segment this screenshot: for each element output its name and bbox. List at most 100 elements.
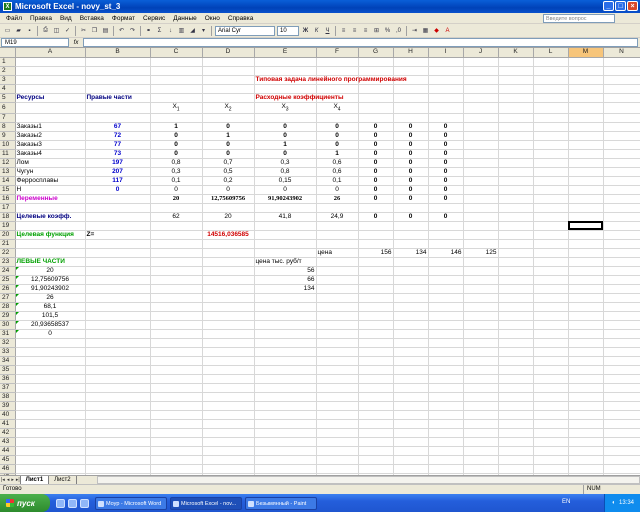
row-header-7[interactable]: 7 bbox=[0, 113, 16, 123]
cell-K42[interactable] bbox=[498, 428, 534, 438]
borders-icon[interactable]: ▦ bbox=[421, 26, 430, 35]
cell-D28[interactable] bbox=[202, 302, 255, 312]
cut-icon[interactable]: ✂ bbox=[79, 26, 88, 35]
cell-E44[interactable] bbox=[254, 446, 317, 456]
cell-I7[interactable] bbox=[428, 113, 464, 123]
row-header-23[interactable]: 23 bbox=[0, 257, 16, 267]
cell-E42[interactable] bbox=[254, 428, 317, 438]
cell-G43[interactable] bbox=[358, 437, 394, 447]
row-header-31[interactable]: 31 bbox=[0, 329, 16, 339]
cell-C32[interactable] bbox=[150, 338, 203, 348]
cell-K45[interactable] bbox=[498, 455, 534, 465]
cell-K39[interactable] bbox=[498, 401, 534, 411]
row-header-39[interactable]: 39 bbox=[0, 401, 16, 411]
cell-J25[interactable] bbox=[463, 275, 499, 285]
cell-B36[interactable] bbox=[85, 374, 151, 384]
cell-D40[interactable] bbox=[202, 410, 255, 420]
cell-K10[interactable] bbox=[498, 140, 534, 150]
cell-B45[interactable] bbox=[85, 455, 151, 465]
cell-I19[interactable] bbox=[428, 221, 464, 231]
cell-E19[interactable] bbox=[254, 221, 317, 231]
cell-H18[interactable]: 0 bbox=[393, 212, 429, 222]
cell-G37[interactable] bbox=[358, 383, 394, 393]
cell-H37[interactable] bbox=[393, 383, 429, 393]
col-header-H[interactable]: H bbox=[393, 48, 429, 58]
cell-E31[interactable] bbox=[254, 329, 317, 339]
cell-G7[interactable] bbox=[358, 113, 394, 123]
cell-C42[interactable] bbox=[150, 428, 203, 438]
cell-M34[interactable] bbox=[568, 356, 604, 366]
cell-H35[interactable] bbox=[393, 365, 429, 375]
cell-G14[interactable]: 0 bbox=[358, 176, 394, 186]
cell-B9[interactable]: 72 bbox=[85, 131, 151, 141]
cell-K12[interactable] bbox=[498, 158, 534, 168]
cell-K32[interactable] bbox=[498, 338, 534, 348]
cell-H23[interactable] bbox=[393, 257, 429, 267]
cell-B13[interactable]: 207 bbox=[85, 167, 151, 177]
cell-K19[interactable] bbox=[498, 221, 534, 231]
cell-G39[interactable] bbox=[358, 401, 394, 411]
cell-K22[interactable] bbox=[498, 248, 534, 258]
cell-H33[interactable] bbox=[393, 347, 429, 357]
cell-G34[interactable] bbox=[358, 356, 394, 366]
cell-C44[interactable] bbox=[150, 446, 203, 456]
cell-J9[interactable] bbox=[463, 131, 499, 141]
cell-F15[interactable]: 0 bbox=[316, 185, 359, 195]
row-header-43[interactable]: 43 bbox=[0, 437, 16, 447]
cell-N8[interactable] bbox=[603, 122, 640, 132]
cell-J21[interactable] bbox=[463, 239, 499, 249]
cell-M25[interactable] bbox=[568, 275, 604, 285]
cell-N28[interactable] bbox=[603, 302, 640, 312]
cell-G15[interactable]: 0 bbox=[358, 185, 394, 195]
cell-D39[interactable] bbox=[202, 401, 255, 411]
menu-edit[interactable]: Правка bbox=[26, 15, 56, 22]
cell-G5[interactable] bbox=[358, 93, 394, 103]
cell-C33[interactable] bbox=[150, 347, 203, 357]
cell-C15[interactable]: 0 bbox=[150, 185, 203, 195]
cell-H1[interactable] bbox=[393, 57, 429, 67]
cell-K41[interactable] bbox=[498, 419, 534, 429]
cell-H12[interactable]: 0 bbox=[393, 158, 429, 168]
col-header-D[interactable]: D bbox=[202, 48, 255, 58]
spell-icon[interactable]: ✓ bbox=[63, 26, 72, 35]
cell-E1[interactable] bbox=[254, 57, 317, 67]
cell-J1[interactable] bbox=[463, 57, 499, 67]
cell-J11[interactable] bbox=[463, 149, 499, 159]
cell-N19[interactable] bbox=[603, 221, 640, 231]
cell-E37[interactable] bbox=[254, 383, 317, 393]
cell-E17[interactable] bbox=[254, 203, 317, 213]
left-part-4[interactable]: 26 bbox=[15, 293, 86, 303]
cell-K26[interactable] bbox=[498, 284, 534, 294]
left-part-6[interactable]: 101,5 bbox=[15, 311, 86, 321]
cell-J30[interactable] bbox=[463, 320, 499, 330]
align-center-icon[interactable]: ≡ bbox=[350, 26, 359, 35]
cell-L41[interactable] bbox=[533, 419, 569, 429]
cell-D21[interactable] bbox=[202, 239, 255, 249]
cell-J16[interactable] bbox=[463, 194, 499, 204]
row-header-34[interactable]: 34 bbox=[0, 356, 16, 366]
cell-C45[interactable] bbox=[150, 455, 203, 465]
cell-H45[interactable] bbox=[393, 455, 429, 465]
cell-H17[interactable] bbox=[393, 203, 429, 213]
cell-B6[interactable] bbox=[85, 102, 151, 114]
cell-N33[interactable] bbox=[603, 347, 640, 357]
cell-G1[interactable] bbox=[358, 57, 394, 67]
currency-icon[interactable]: % bbox=[383, 26, 392, 35]
cell-M6[interactable] bbox=[568, 102, 604, 114]
align-right-icon[interactable]: ≡ bbox=[361, 26, 370, 35]
cell-A4[interactable] bbox=[15, 84, 86, 94]
cell-G38[interactable] bbox=[358, 392, 394, 402]
horizontal-scrollbar[interactable] bbox=[96, 476, 640, 484]
cell-M17[interactable] bbox=[568, 203, 604, 213]
cell-L35[interactable] bbox=[533, 365, 569, 375]
cell-A1[interactable] bbox=[15, 57, 86, 67]
cell-M1[interactable] bbox=[568, 57, 604, 67]
cell-H16[interactable]: 0 bbox=[393, 194, 429, 204]
cell-M37[interactable] bbox=[568, 383, 604, 393]
cell-C46[interactable] bbox=[150, 464, 203, 474]
cell-B25[interactable] bbox=[85, 275, 151, 285]
cell-L6[interactable] bbox=[533, 102, 569, 114]
cell-I9[interactable]: 0 bbox=[428, 131, 464, 141]
cell-G4[interactable] bbox=[358, 84, 394, 94]
cell-H19[interactable] bbox=[393, 221, 429, 231]
